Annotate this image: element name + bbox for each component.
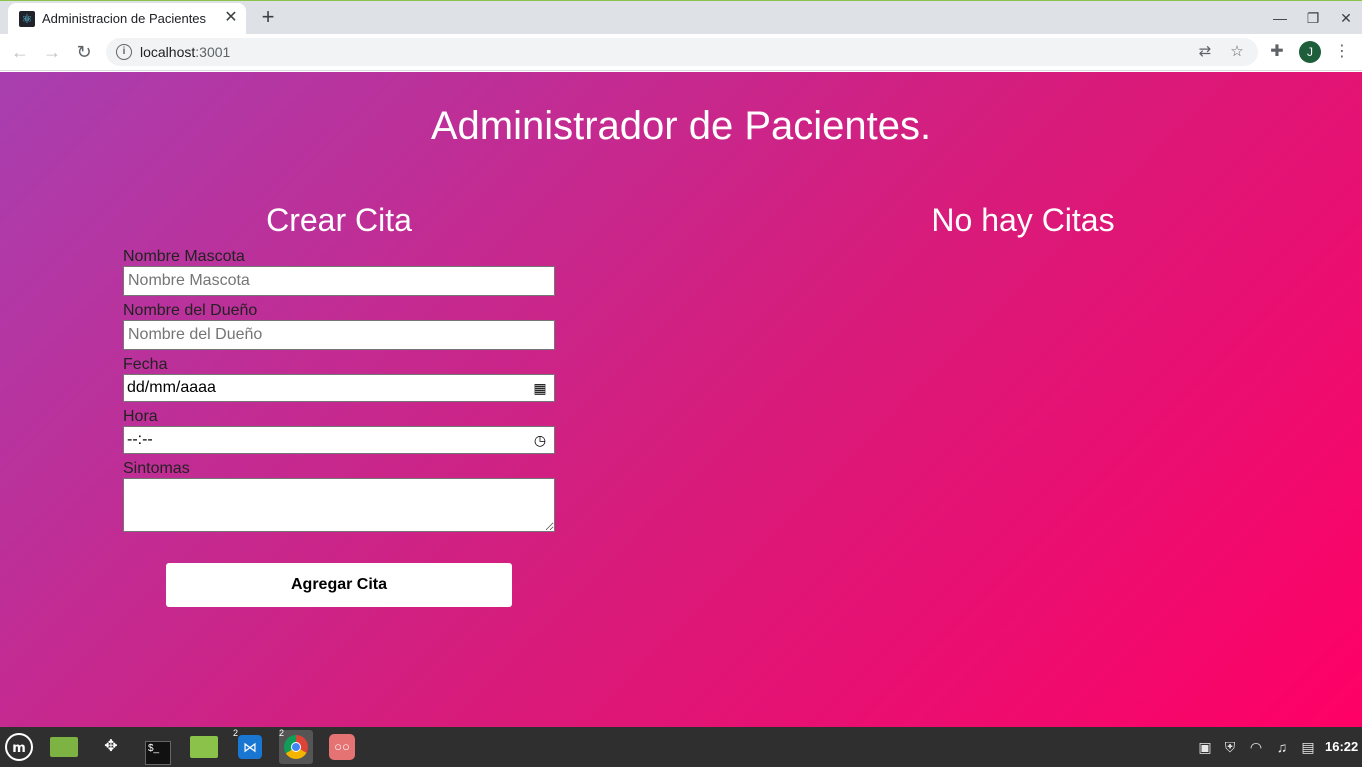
calendar-icon[interactable]: ▦ (531, 379, 549, 397)
minimize-button[interactable]: — (1268, 7, 1292, 29)
close-window-button[interactable]: ✕ (1334, 7, 1358, 29)
close-tab-icon[interactable]: ✕ (222, 9, 240, 27)
reload-icon[interactable]: ↻ (72, 40, 96, 64)
info-icon[interactable]: i (116, 44, 132, 60)
date-input[interactable]: dd/mm/aaaa ▦ (123, 374, 555, 402)
back-icon[interactable]: ← (8, 40, 32, 64)
sound-icon[interactable]: ♫ (1273, 737, 1291, 757)
vscode-window-count: 2 (233, 728, 239, 738)
menu-icon[interactable]: ⋮ (1331, 41, 1353, 63)
terminal-icon[interactable]: $_ (141, 730, 175, 765)
add-appointment-button[interactable]: Agregar Cita (166, 563, 512, 607)
star-icon[interactable]: ☆ (1228, 43, 1246, 61)
clipboard-icon[interactable]: ▣ (1196, 737, 1214, 757)
clock-icon[interactable]: ◷ (531, 431, 549, 449)
shield-icon[interactable]: ⛨ (1221, 737, 1239, 757)
wifi-icon[interactable]: ◠ (1247, 737, 1265, 757)
profile-avatar[interactable]: J (1299, 41, 1321, 63)
restore-button[interactable]: ❐ (1301, 7, 1325, 29)
reader-app-icon[interactable]: ○○ (325, 730, 359, 764)
react-icon: ⚛ (19, 11, 35, 27)
battery-icon[interactable]: ▤ (1299, 737, 1317, 757)
page-title: Administrador de Pacientes. (430, 104, 932, 148)
browser-toolbar: ← → ↻ i localhost:3001 ⇄ ☆ ✚ J ⋮ (0, 34, 1362, 71)
form-heading: Crear Cita (266, 202, 412, 238)
pet-name-label: Nombre Mascota (123, 248, 245, 265)
symptoms-textarea[interactable] (123, 478, 555, 532)
page-content: Administrador de Pacientes. Crear Cita N… (0, 72, 1362, 727)
pet-name-input[interactable] (123, 266, 555, 296)
chrome-window-count: 2 (279, 728, 285, 738)
time-value: --:-- (127, 431, 153, 448)
time-label: Hora (123, 408, 158, 425)
date-value: dd/mm/aaaa (127, 379, 216, 396)
symptoms-label: Sintomas (123, 460, 190, 477)
date-label: Fecha (123, 356, 168, 373)
owner-name-label: Nombre del Dueño (123, 302, 258, 319)
owner-name-input[interactable] (123, 320, 555, 350)
appointments-heading: No hay Citas (931, 202, 1115, 238)
svg-text:m: m (12, 741, 26, 756)
extensions-icon[interactable]: ✚ (1266, 41, 1288, 63)
appointment-form: Nombre Mascota Nombre del Dueño Fecha dd… (123, 248, 555, 532)
tab-title: Administracion de Pacientes (42, 11, 207, 26)
new-tab-button[interactable]: + (256, 6, 280, 30)
move-icon[interactable]: ✥ (94, 730, 128, 764)
browser-tab-bar: ⚛ Administracion de Pacientes ✕ + — ❐ ✕ (0, 0, 1362, 35)
translate-icon[interactable]: ⇄ (1196, 43, 1214, 61)
show-desktop-icon[interactable] (47, 730, 81, 764)
browser-tab[interactable]: ⚛ Administracion de Pacientes ✕ (8, 3, 246, 35)
clock[interactable]: 16:22 (1325, 739, 1358, 754)
files-icon[interactable] (187, 730, 221, 764)
chrome-icon[interactable]: 2 (279, 728, 313, 764)
time-input[interactable]: --:-- ◷ (123, 426, 555, 454)
vscode-icon[interactable]: 2 ⋈ (233, 728, 267, 764)
address-bar[interactable]: i localhost:3001 ⇄ ☆ (106, 38, 1258, 66)
mint-menu-icon[interactable]: m (2, 730, 36, 764)
url-text: localhost:3001 (140, 44, 231, 60)
os-taskbar: m ✥ $_ 2 ⋈ 2 ○○ ▣ ⛨ ◠ ♫ ▤ 16:22 (0, 727, 1362, 767)
forward-icon[interactable]: → (40, 40, 64, 64)
